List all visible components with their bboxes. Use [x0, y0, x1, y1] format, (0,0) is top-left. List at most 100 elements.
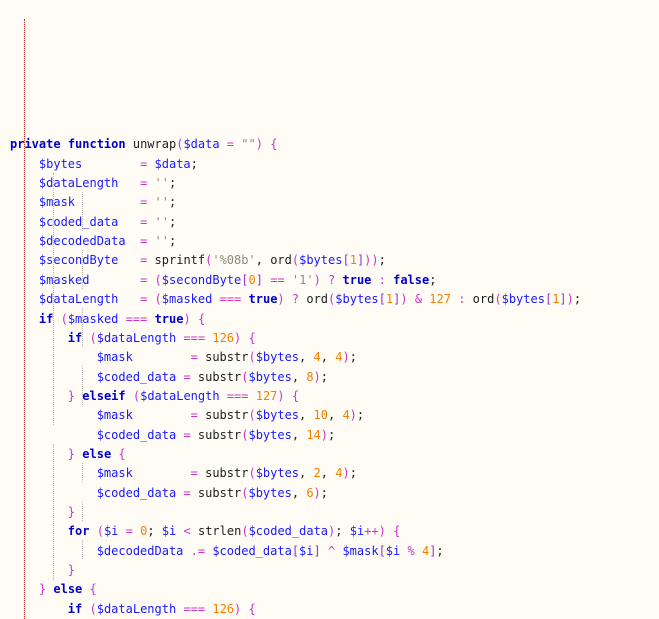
token-fn: sprintf — [154, 253, 206, 268]
token-num: 2 — [313, 466, 321, 481]
token-op: { — [197, 311, 206, 326]
token-op: ( — [248, 408, 256, 423]
code-line[interactable]: } — [0, 503, 659, 522]
code-line[interactable]: $dataLength = ''; — [0, 174, 659, 193]
code-line[interactable]: $coded_data = substr($bytes, 14); — [0, 426, 659, 445]
code-line[interactable]: $mask = substr($bytes, 2, 4); — [0, 464, 659, 483]
code-line[interactable]: } elseif ($dataLength === 127) { — [0, 387, 659, 406]
token-plain: ; — [328, 427, 336, 442]
code-line[interactable]: $coded_data = substr($bytes, 6); — [0, 484, 659, 503]
token-num: 14 — [306, 427, 321, 442]
token-plain: ; — [168, 195, 177, 210]
token-op: { — [89, 582, 97, 597]
token-str: '' — [154, 214, 169, 229]
token-plain: ; — [169, 214, 177, 229]
token-kw: else — [53, 582, 83, 597]
code-line[interactable]: $masked = ($secondByte[0] == '1') ? true… — [0, 271, 659, 290]
token-str: '' — [154, 234, 169, 249]
token-var: $dataLength — [96, 330, 177, 345]
code-line[interactable]: for ($i = 0; $i < strlen($coded_data); $… — [0, 522, 659, 541]
token-var: $dataLength — [140, 388, 220, 403]
token-op: ) — [349, 408, 357, 423]
token-op: ) — [277, 292, 285, 307]
token-var: $i — [161, 524, 177, 539]
code-line[interactable]: $mask = ''; — [0, 193, 659, 212]
token-op: } — [67, 446, 76, 461]
code-line[interactable]: if ($masked === true) { — [0, 310, 659, 329]
token-var: $dataLength — [38, 292, 119, 307]
code-line[interactable]: private function unwrap($data = "") { — [0, 135, 659, 154]
code-line[interactable]: } else { — [0, 580, 659, 599]
code-line[interactable]: $coded_data = substr($bytes, 8); — [0, 368, 659, 387]
token-plain: ; — [378, 253, 386, 268]
token-var: $dataLength — [96, 601, 177, 616]
token-var: $i — [385, 543, 401, 558]
token-fn: unwrap — [132, 137, 177, 152]
token-var: $secondByte — [38, 253, 119, 268]
code-line[interactable]: if ($dataLength === 126) { — [0, 600, 659, 619]
token-var: $decodedData — [38, 234, 126, 249]
token-var: $bytes — [38, 156, 83, 171]
token-plain: ; — [349, 466, 357, 481]
token-plain: ; — [168, 234, 177, 249]
code-line[interactable]: $bytes = $data; — [0, 155, 659, 174]
token-var: $bytes — [335, 292, 379, 307]
token-op: } — [67, 504, 76, 519]
code-editor[interactable]: private function unwrap($data = "") { $b… — [0, 0, 659, 619]
code-content[interactable]: private function unwrap($data = "") { $b… — [0, 135, 659, 619]
token-op: = — [190, 350, 198, 365]
code-line[interactable]: $mask = substr($bytes, 10, 4); — [0, 406, 659, 425]
code-line[interactable]: $mask = substr($bytes, 4, 4); — [0, 348, 659, 367]
code-line[interactable]: $secondByte = sprintf('%08b', ord($bytes… — [0, 251, 659, 270]
token-kw: function — [67, 137, 126, 152]
token-fn: substr — [197, 427, 242, 442]
code-line[interactable]: $coded_data = ''; — [0, 213, 659, 232]
token-fn: ord — [270, 253, 292, 268]
token-num: 4 — [313, 350, 321, 365]
token-num: 127 — [255, 388, 278, 403]
code-line[interactable]: $dataLength = ($masked === true) ? ord($… — [0, 290, 659, 309]
token-op: = — [190, 466, 198, 481]
token-var: $bytes — [255, 350, 300, 365]
token-op: ( — [494, 292, 502, 307]
token-plain: , — [320, 350, 328, 365]
token-op: ) — [313, 485, 321, 500]
token-pun: ] — [255, 272, 263, 287]
token-var: $i — [299, 543, 314, 558]
token-op: = — [183, 485, 191, 500]
token-op: === — [125, 311, 148, 326]
code-line[interactable]: if ($dataLength === 126) { — [0, 329, 659, 348]
token-pun: ] — [313, 543, 321, 558]
code-line[interactable]: } else { — [0, 445, 659, 464]
token-var: $bytes — [248, 485, 292, 500]
token-op: ( — [248, 466, 256, 481]
code-line[interactable]: } — [0, 561, 659, 580]
code-line[interactable]: $decodedData .= $coded_data[$i] ^ $mask[… — [0, 542, 659, 561]
token-fn: ord — [472, 292, 495, 307]
token-plain: ; — [169, 176, 177, 191]
token-op: < — [183, 524, 191, 539]
code-line[interactable]: $decodedData = ''; — [0, 232, 659, 251]
token-str: '1' — [291, 272, 314, 287]
token-op: { — [248, 601, 256, 616]
token-plain: , — [255, 253, 263, 268]
token-op: : — [378, 272, 386, 287]
